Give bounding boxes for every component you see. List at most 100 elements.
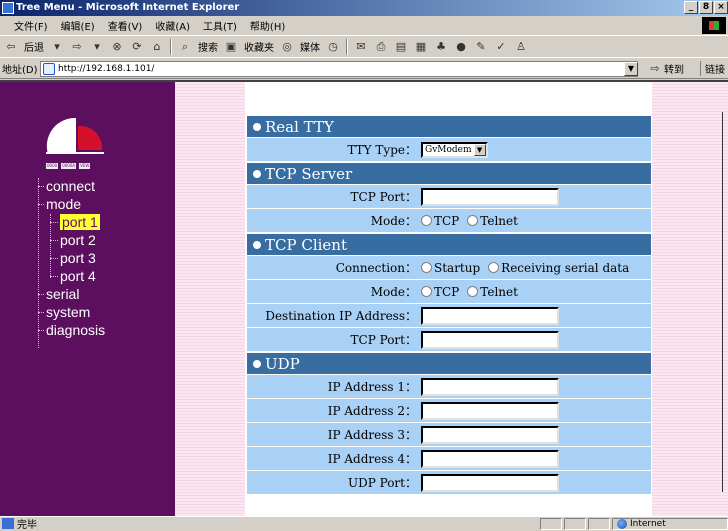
tree-item-serial[interactable]: serial [38, 286, 174, 304]
udp-port-label: UDP Port： [348, 476, 417, 490]
minimize-button[interactable]: _ [684, 1, 698, 14]
status-bar: 完毕 Internet [0, 516, 728, 531]
status-panel [540, 518, 562, 530]
stop-icon[interactable]: ⊗ [110, 40, 124, 54]
udp-ip1-label: IP Address 1： [327, 380, 417, 394]
tcp-server-port-label: TCP Port： [350, 190, 417, 204]
menu-favorites[interactable]: 收藏(A) [155, 18, 190, 33]
radio-label: TCP [434, 213, 460, 228]
menu-file[interactable]: 文件(F) [14, 18, 48, 33]
search-button[interactable]: 搜索 [198, 39, 218, 54]
udp-ip2-input[interactable] [421, 401, 559, 420]
favorites-icon[interactable]: ▣ [224, 40, 238, 54]
print-icon[interactable]: ⎙ [374, 40, 388, 54]
udp-port-input[interactable] [421, 473, 559, 492]
udp-port-row: UDP Port： [247, 471, 651, 495]
tree-item-port-1[interactable]: port 1 [38, 214, 174, 232]
receiving-serial-data-radio[interactable] [488, 261, 500, 273]
tree-item-port-4[interactable]: port 4 [38, 268, 174, 286]
refresh-icon[interactable]: ⟳ [130, 40, 144, 54]
radio-dot-icon[interactable] [253, 170, 261, 178]
udp-ip3-input[interactable] [421, 425, 559, 444]
radio-dot-icon[interactable] [253, 123, 261, 131]
tree-item-system[interactable]: system [38, 304, 174, 322]
tty-type-label: TTY Type： [347, 143, 417, 157]
tree-item-label: port 3 [60, 250, 96, 266]
tree-item-port-3[interactable]: port 3 [38, 250, 174, 268]
address-url: http://192.168.1.101/ [58, 64, 155, 74]
status-panel [588, 518, 610, 530]
back-arrow-icon[interactable]: ⇦ [4, 40, 18, 54]
tree-menu: connect mode port 1 port 2 port 3 port 4… [38, 178, 174, 348]
tcp-server-port-input[interactable] [421, 187, 559, 206]
tcp-client-connection-label: Connection： [335, 261, 417, 275]
messenger-icon[interactable]: ♣ [434, 40, 448, 54]
startup-radio[interactable] [421, 261, 432, 273]
tcp-server-telnet-radio[interactable] [467, 214, 479, 226]
udp-ip3-label: IP Address 3： [327, 428, 417, 442]
back-button[interactable]: 后退 [24, 39, 44, 54]
background-stripe [652, 82, 728, 516]
address-label: 地址(D) [2, 64, 38, 76]
tree-item-diagnosis[interactable]: diagnosis [38, 322, 174, 340]
tree-item-connect[interactable]: connect [38, 178, 174, 196]
destination-ip-input[interactable] [421, 306, 559, 325]
home-icon[interactable]: ⌂ [150, 40, 164, 54]
tty-type-value: GvModem [425, 144, 472, 155]
ie-app-icon [2, 2, 14, 14]
links-button[interactable]: 链接 [700, 61, 725, 76]
maximize-button[interactable]: 8 [699, 1, 713, 14]
menu-tools[interactable]: 工具(T) [203, 18, 237, 33]
tty-type-select[interactable]: GvModem ▼ [421, 141, 488, 158]
tcp-client-tcp-radio[interactable] [421, 285, 432, 297]
logo-graphic [46, 117, 104, 154]
real-tty-title: Real TTY [265, 118, 334, 136]
udp-ip4-input[interactable] [421, 449, 559, 468]
dropdown-icon[interactable]: ▾ [50, 40, 64, 54]
radio-dot-icon[interactable] [253, 360, 261, 368]
menu-view[interactable]: 查看(V) [108, 18, 143, 33]
mail-icon[interactable]: ✉ [354, 40, 368, 54]
chevron-down-icon: ▼ [473, 143, 486, 156]
tcp-client-telnet-radio[interactable] [467, 285, 479, 297]
media-button[interactable]: 媒体 [300, 39, 320, 54]
tcp-server-port-row: TCP Port： [247, 185, 651, 209]
close-button[interactable]: × [714, 1, 728, 14]
background-stripe [175, 82, 245, 516]
forward-arrow-icon[interactable]: ⇨ [70, 40, 84, 54]
history-icon[interactable]: ◷ [326, 40, 340, 54]
menu-help[interactable]: 帮助(H) [250, 18, 285, 33]
tree-item-port-2[interactable]: port 2 [38, 232, 174, 250]
window-title: Tree Menu - Microsoft Internet Explorer [16, 2, 240, 13]
udp-ip1-row: IP Address 1： [247, 375, 651, 399]
windows-logo-icon [702, 17, 726, 34]
favorites-button[interactable]: 收藏夹 [244, 39, 274, 54]
radio-dot-icon[interactable] [253, 241, 261, 249]
globe-icon [617, 519, 627, 529]
tools-icon[interactable]: ✎ [474, 40, 488, 54]
media-icon[interactable]: ◎ [280, 40, 294, 54]
tcp-client-port-input[interactable] [421, 330, 559, 349]
research-icon[interactable]: ✓ [494, 40, 508, 54]
destination-ip-label: Destination IP Address： [265, 309, 417, 323]
tcp-server-tcp-radio[interactable] [421, 214, 432, 226]
udp-ip2-label: IP Address 2： [327, 404, 417, 418]
address-dropdown-button[interactable]: ▼ [624, 62, 638, 76]
user-icon[interactable]: ♙ [514, 40, 528, 54]
dropdown-icon[interactable]: ▾ [90, 40, 104, 54]
green-circle-icon[interactable]: ● [454, 40, 468, 54]
edit-icon[interactable]: ▤ [394, 40, 408, 54]
address-bar: 地址(D) http://192.168.1.101/ ▼ ⇨ 转到 链接 [0, 57, 728, 79]
go-button[interactable]: ⇨ 转到 [648, 61, 684, 77]
search-icon[interactable]: ⌕ [178, 40, 192, 54]
tcp-client-port-label: TCP Port： [350, 333, 417, 347]
tcp-client-mode-label: Mode： [370, 285, 417, 299]
tree-item-label: port 2 [60, 232, 96, 248]
tcp-client-title: TCP Client [265, 236, 347, 254]
tree-item-mode[interactable]: mode [38, 196, 174, 214]
address-input[interactable]: http://192.168.1.101/ [40, 61, 638, 77]
udp-ip1-input[interactable] [421, 377, 559, 396]
udp-title: UDP [265, 355, 300, 373]
discuss-icon[interactable]: ▦ [414, 40, 428, 54]
menu-edit[interactable]: 编辑(E) [61, 18, 95, 33]
